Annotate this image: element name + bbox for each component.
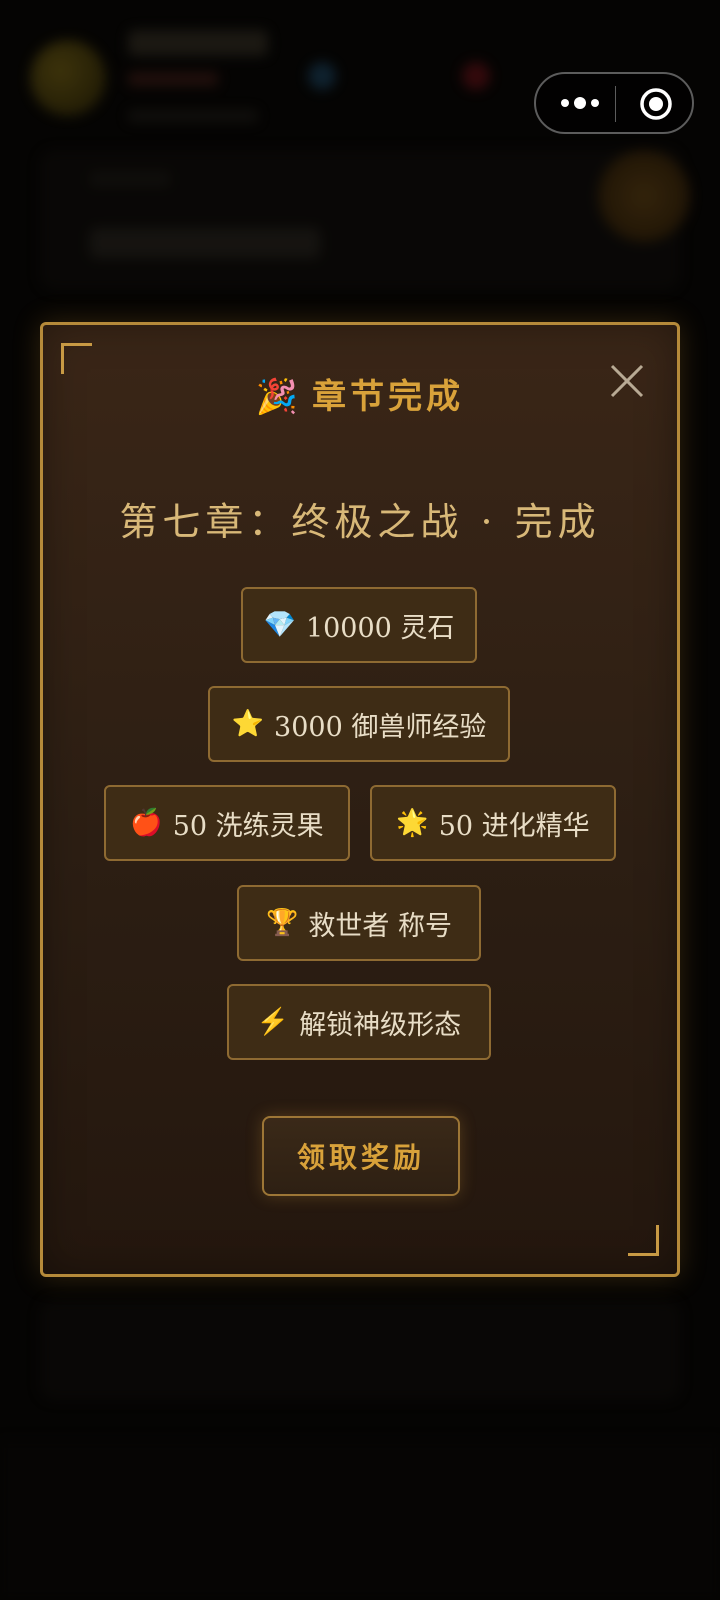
claim-reward-button[interactable]: 领取奖励 — [262, 1116, 460, 1196]
capsule-divider — [615, 86, 616, 122]
star-icon: ⭐ — [231, 709, 265, 739]
reward-label: 救世者 称号 — [308, 910, 452, 942]
reward-label: 10000 灵石 — [305, 612, 455, 644]
reward-item: 🏆 救世者 称号 — [237, 885, 481, 961]
modal-title: 章节完成 — [312, 377, 465, 417]
reward-label: 50 进化精华 — [438, 810, 590, 842]
chapter-card-title — [90, 228, 320, 258]
background-card — [40, 1300, 680, 1400]
more-dots-icon[interactable] — [556, 91, 604, 115]
reward-item: ⭐ 3000 御兽师经验 — [208, 686, 510, 762]
resource-icon-blue — [308, 62, 336, 90]
reward-item: 💎 10000 灵石 — [241, 587, 477, 663]
reward-item: 🍎 50 洗练灵果 — [104, 785, 350, 861]
chapter-complete-modal: 🎉 章节完成 第七章：终极之战 · 完成 💎 10000 灵石 ⭐ 3000 御兽… — [40, 322, 680, 1277]
glowing-star-icon: 🌟 — [396, 808, 429, 838]
player-name-placeholder — [128, 30, 268, 56]
orb-icon — [598, 150, 690, 242]
bottom-nav — [0, 1440, 720, 1600]
resource-icon-red — [462, 62, 490, 90]
apple-icon: 🍎 — [130, 808, 163, 838]
party-popper-icon: 🎉 — [255, 377, 299, 417]
chapter-card — [40, 150, 680, 290]
player-level-placeholder — [128, 72, 218, 86]
avatar — [30, 40, 106, 116]
reward-item: 🌟 50 进化精华 — [370, 785, 616, 861]
trophy-icon: 🏆 — [266, 908, 299, 938]
reward-label: 3000 御兽师经验 — [274, 711, 487, 743]
mini-program-close-icon[interactable] — [639, 87, 673, 121]
chapter-title: 第七章：终极之战 · 完成 — [119, 500, 601, 544]
mini-program-capsule — [534, 72, 694, 134]
lightning-icon: ⚡ — [256, 1007, 290, 1037]
player-stat-placeholder — [128, 110, 258, 122]
diamond-icon: 💎 — [263, 610, 296, 640]
modal-header: 🎉 章节完成 — [43, 369, 677, 418]
reward-label: 50 洗练灵果 — [172, 810, 324, 842]
chapter-card-subtitle — [90, 172, 170, 186]
reward-item: ⚡ 解锁神级形态 — [227, 984, 491, 1060]
corner-ornament — [628, 1225, 659, 1256]
close-icon[interactable] — [607, 361, 647, 401]
screen: 🎉 章节完成 第七章：终极之战 · 完成 💎 10000 灵石 ⭐ 3000 御兽… — [0, 0, 720, 1600]
reward-label: 解锁神级形态 — [299, 1009, 462, 1041]
